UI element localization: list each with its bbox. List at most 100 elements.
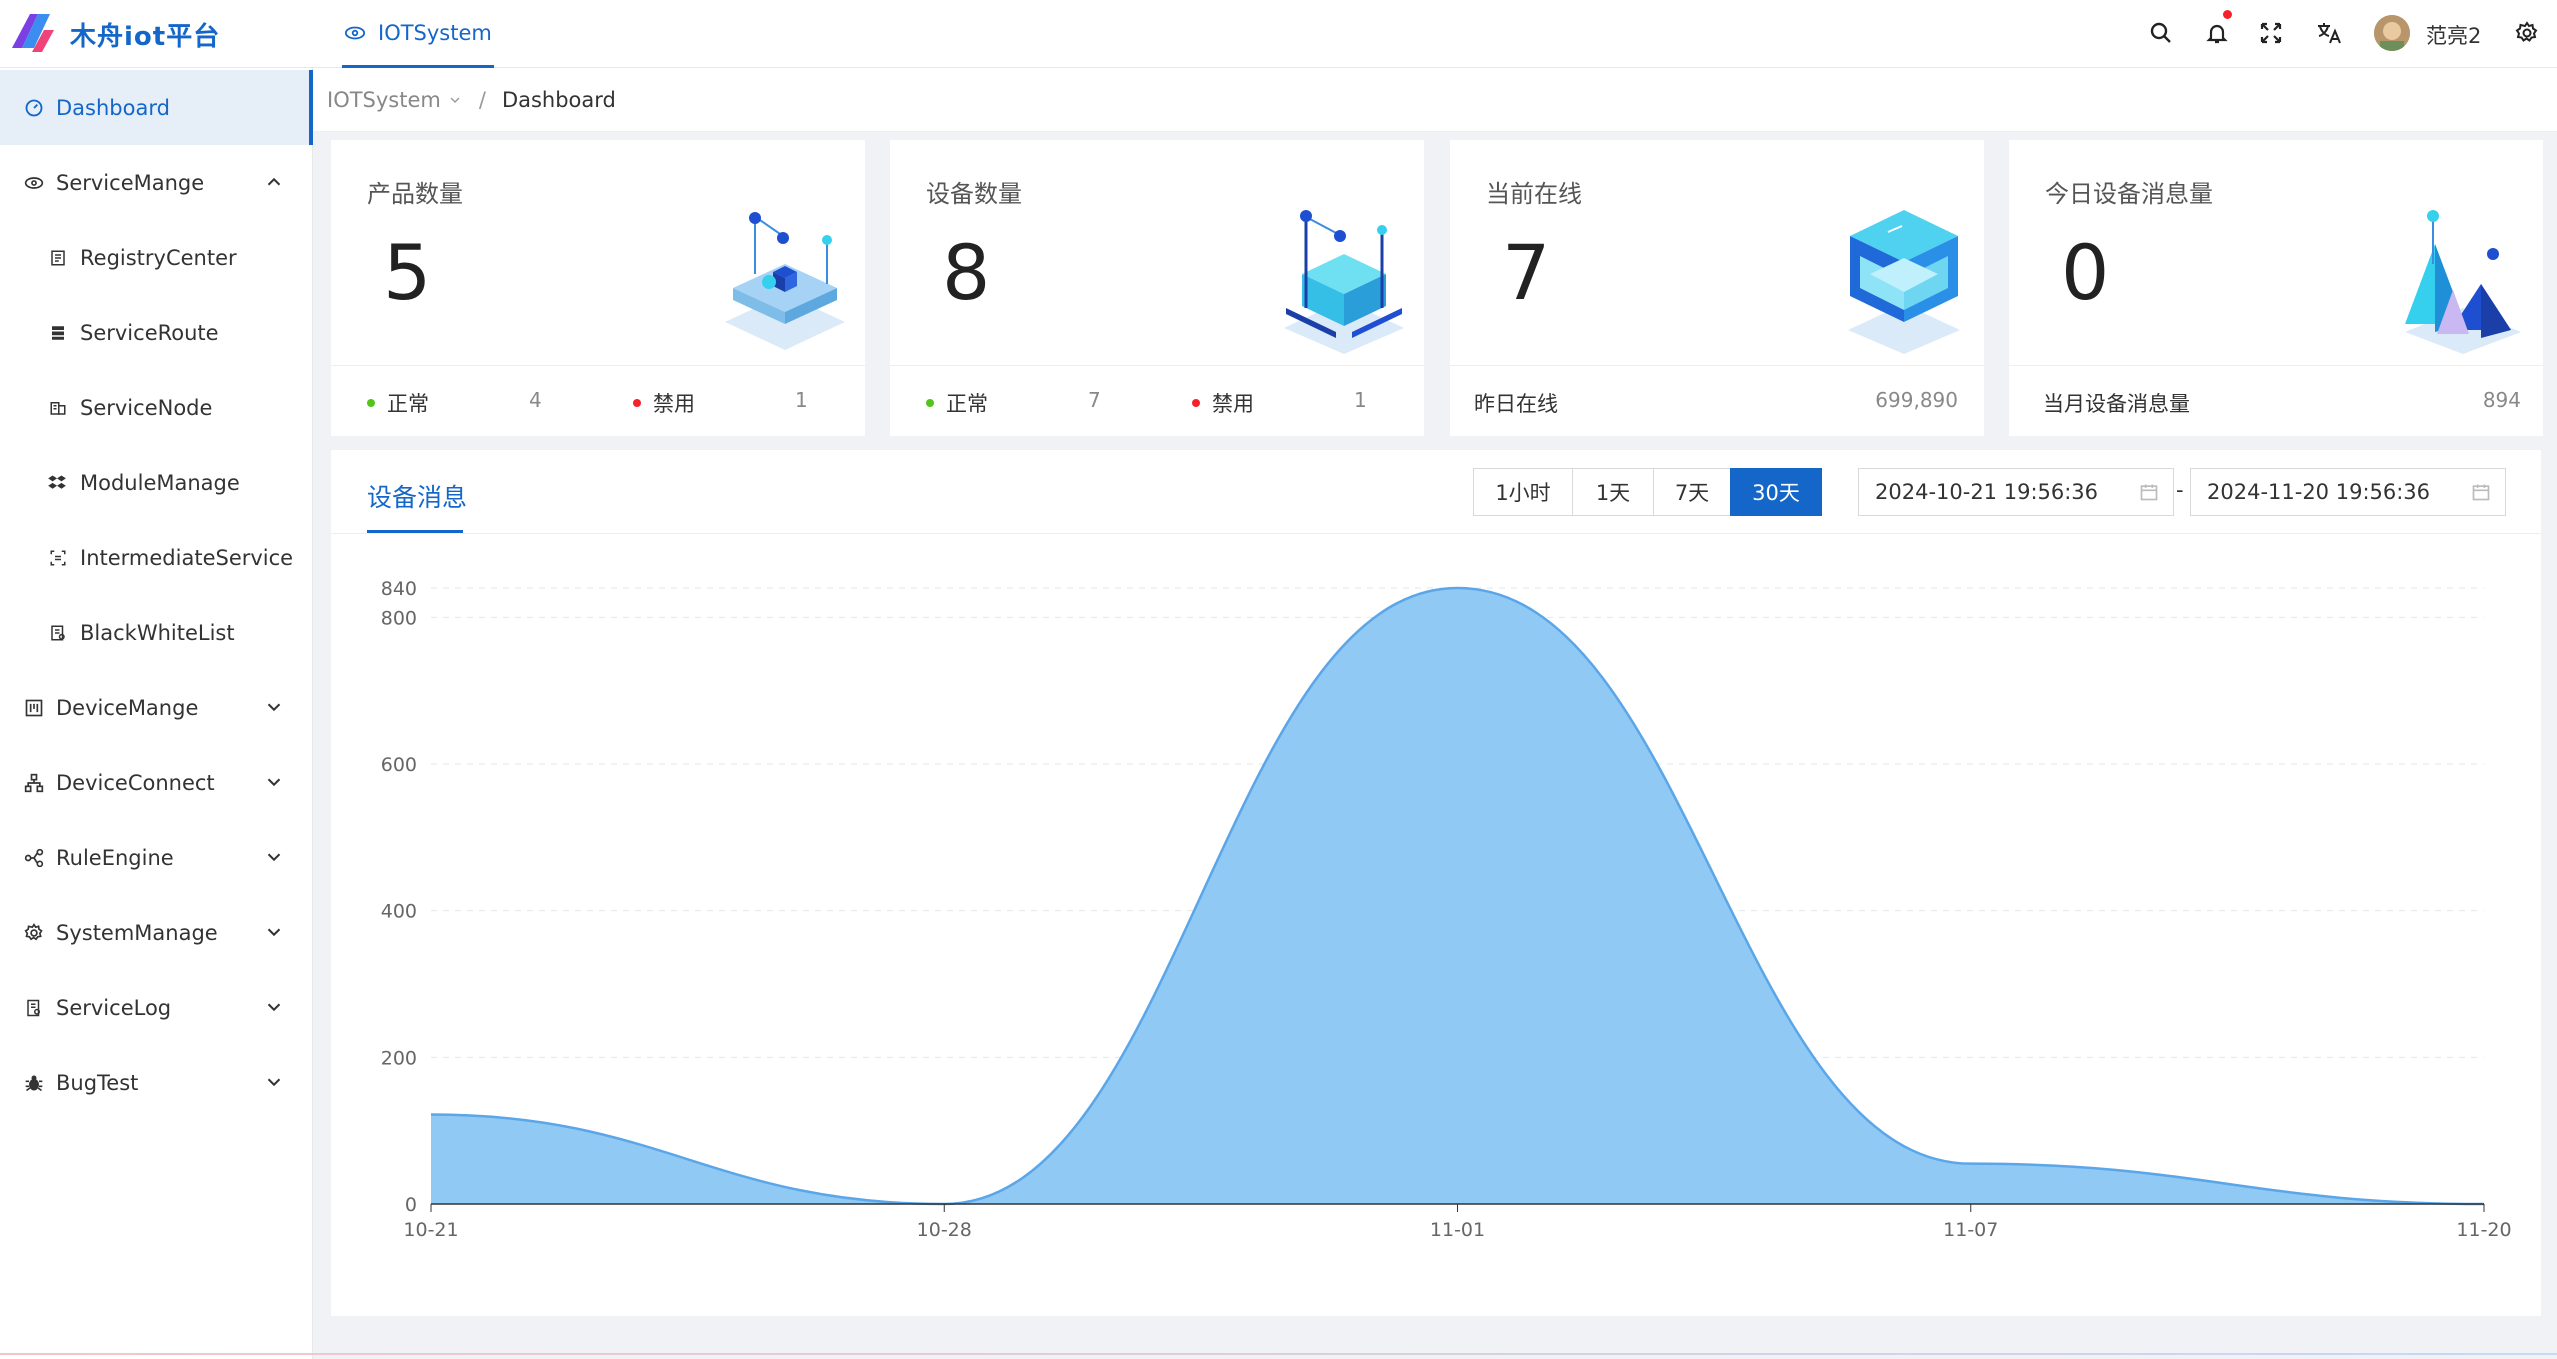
app-title: 木舟iot平台 (70, 22, 221, 52)
x-tick-label: 10-21 (403, 1219, 458, 1241)
x-tick-label: 11-07 (1943, 1219, 1998, 1241)
yesterday-online-value: 699,890 (1875, 388, 1958, 412)
date-separator: - (2176, 478, 2184, 502)
device-count-card: 设备数量 8 正常 7 禁用 1 (890, 140, 1424, 436)
today-messages-card: 今日设备消息量 0 当月设备消息量 894 (2009, 140, 2543, 436)
chevron-down-icon[interactable] (447, 92, 463, 108)
chevron-down-icon (267, 1078, 281, 1087)
sidebar-item-label: ModuleManage (80, 470, 240, 495)
device-message-chart: 0 200 400 600 800 840 10-21 10-28 11-01 11-07 11-2… (381, 578, 2512, 1241)
sidebar-item-label: ServiceMange (56, 170, 205, 195)
status-dot (926, 399, 934, 407)
card-title: 设备数量 (926, 180, 1022, 208)
app-logo (12, 14, 54, 52)
y-tick-label: 800 (381, 607, 417, 629)
range-button-1d[interactable]: 1天 (1572, 468, 1654, 516)
status-count: 1 (1354, 388, 1367, 412)
card-title: 今日设备消息量 (2045, 180, 2213, 208)
sidebar-item-deviceconnect[interactable]: DeviceConnect (0, 745, 313, 820)
chevron-down-icon (267, 1003, 281, 1012)
status-count: 1 (795, 388, 808, 412)
month-messages-value: 894 (2482, 388, 2521, 412)
sidebar-item-devicemange[interactable]: DeviceMange (0, 670, 313, 745)
card-title: 当前在线 (1486, 180, 1582, 208)
status-label: 禁用 (653, 392, 695, 416)
sidebar-item-registrycenter[interactable]: RegistryCenter (0, 220, 313, 295)
list-icon (46, 621, 70, 645)
chevron-up-icon (267, 177, 281, 186)
start-date-picker[interactable]: 2024-10-21 19:56:36 (1858, 468, 2174, 516)
sidebar-item-intermediateservice[interactable]: IntermediateService (0, 520, 313, 595)
sidebar-item-label: BlackWhiteList (80, 620, 235, 645)
log-icon (22, 996, 46, 1020)
sidebar-item-systemmanage[interactable]: SystemManage (0, 895, 313, 970)
time-range-group: 1小时 1天 7天 30天 (1473, 468, 1822, 516)
sidebar-item-dashboard[interactable]: Dashboard (0, 70, 313, 145)
sidebar-item-bugtest[interactable]: BugTest (0, 1045, 313, 1120)
sidebar-item-label: DeviceConnect (56, 770, 215, 795)
card-value: 0 (2061, 228, 2110, 317)
calendar-icon (2472, 484, 2490, 501)
sidebar-item-label: IntermediateService (80, 545, 294, 570)
sidebar: Dashboard ServiceMange RegistryCenter Se… (0, 68, 313, 1359)
search-icon[interactable] (2144, 16, 2178, 50)
y-tick-label: 400 (381, 901, 417, 923)
sidebar-item-label: DeviceMange (56, 695, 199, 720)
notification-dot (2223, 10, 2232, 19)
product-illustration-icon (725, 212, 845, 350)
sidebar-item-servicelog[interactable]: ServiceLog (0, 970, 313, 1045)
chevron-down-icon (267, 853, 281, 862)
y-tick-label: 600 (381, 754, 417, 776)
avatar[interactable] (2374, 15, 2410, 51)
connect-icon (22, 771, 46, 795)
range-button-30d[interactable]: 30天 (1730, 468, 1822, 516)
fullscreen-icon[interactable] (2254, 16, 2288, 50)
translate-icon[interactable] (2312, 16, 2346, 50)
card-divider (1450, 365, 1984, 366)
bug-icon (22, 1071, 46, 1095)
device-icon (22, 696, 46, 720)
route-icon (46, 321, 70, 345)
registry-icon (46, 246, 70, 270)
module-icon (46, 471, 70, 495)
breadcrumb: IOTSystem / Dashboard (313, 68, 2557, 132)
device-message-panel: 设备消息 1小时 1天 7天 30天 2024-10-21 19:56:36 -… (331, 450, 2541, 1316)
end-date-picker[interactable]: 2024-11-20 19:56:36 (2190, 468, 2506, 516)
sidebar-item-modulemanage[interactable]: ModuleManage (0, 445, 313, 520)
panel-divider (331, 533, 2541, 534)
bell-icon[interactable] (2200, 10, 2234, 50)
sidebar-item-blackwhitelist[interactable]: BlackWhiteList (0, 595, 313, 670)
bottom-accent-line (0, 1353, 2557, 1355)
status-count: 7 (1088, 388, 1101, 412)
top-header: 木舟iot平台 IOTSystem 范亮2 (0, 0, 2557, 68)
sidebar-item-serviceroute[interactable]: ServiceRoute (0, 295, 313, 370)
card-value: 7 (1502, 228, 1551, 317)
calendar-icon (2140, 484, 2158, 501)
settings-icon[interactable] (2510, 16, 2544, 50)
breadcrumb-separator: / (478, 87, 486, 112)
user-name[interactable]: 范亮2 (2426, 20, 2481, 50)
series-area (431, 588, 2484, 1204)
sidebar-item-servicenode[interactable]: ServiceNode (0, 370, 313, 445)
tab-device-messages[interactable]: 设备消息 (367, 478, 467, 514)
sidebar-item-label: ServiceLog (56, 995, 172, 1020)
sidebar-item-ruleengine[interactable]: RuleEngine (0, 820, 313, 895)
end-date-value: 2024-11-20 19:56:36 (2207, 480, 2431, 504)
status-dot (1192, 399, 1200, 407)
status-label: 禁用 (1212, 392, 1254, 416)
breadcrumb-root[interactable]: IOTSystem (327, 88, 441, 112)
range-button-1h[interactable]: 1小时 (1473, 468, 1573, 516)
sidebar-item-servicemange[interactable]: ServiceMange (0, 145, 313, 220)
product-count-card: 产品数量 5 正常 4 禁用 1 (331, 140, 865, 436)
gear-icon (22, 921, 46, 945)
breadcrumb-current: Dashboard (501, 87, 616, 112)
range-button-7d[interactable]: 7天 (1653, 468, 1731, 516)
status-normal: 正常 (367, 388, 429, 418)
status-label: 正常 (387, 392, 429, 416)
status-normal: 正常 (926, 388, 988, 418)
chevron-down-icon (267, 778, 281, 787)
card-divider (2009, 365, 2543, 366)
y-tick-label: 840 (381, 578, 417, 600)
status-dot (367, 399, 375, 407)
tab-iotsystem[interactable]: IOTSystem (342, 0, 494, 68)
